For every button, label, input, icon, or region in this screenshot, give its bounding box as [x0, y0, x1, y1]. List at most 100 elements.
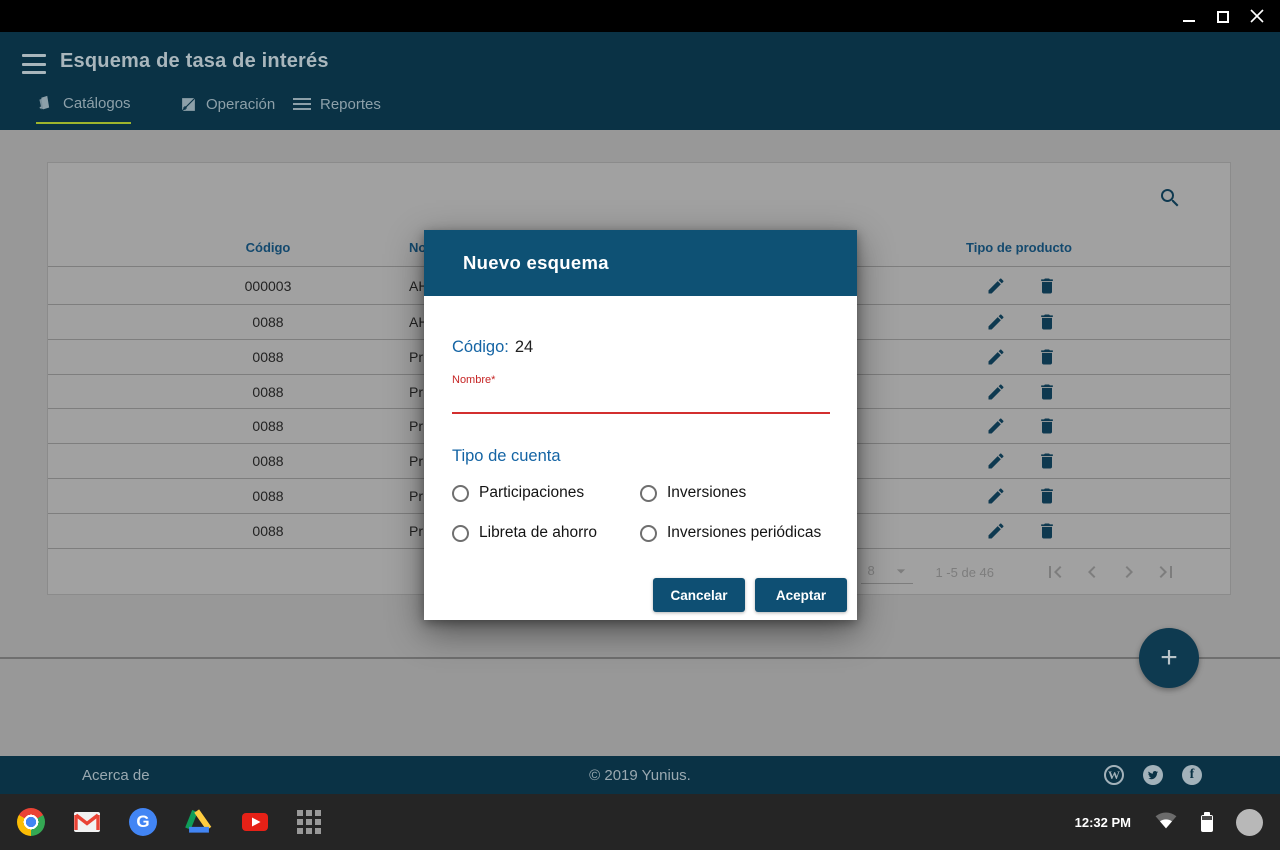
radio-option-inversiones-periodicas: Inversiones periódicas [640, 524, 821, 542]
items-per-page-value: 8 [867, 563, 874, 578]
cell-nombre: Pr [409, 444, 423, 478]
nombre-field-label: Nombre* [452, 374, 495, 386]
menu-icon[interactable] [22, 54, 48, 74]
avatar [1236, 809, 1263, 836]
tab-operacion[interactable]: Operación [180, 90, 275, 124]
content-divider [0, 657, 1280, 659]
radio-option-inversiones: Inversiones [640, 484, 746, 502]
radio-icon[interactable] [452, 485, 469, 502]
first-page-icon[interactable] [1043, 560, 1067, 584]
delete-icon[interactable] [1037, 521, 1057, 541]
items-per-page-select[interactable]: 8 [861, 561, 913, 584]
delete-icon[interactable] [1037, 486, 1057, 506]
chevron-down-icon [891, 561, 911, 581]
tab-label: Reportes [320, 96, 381, 113]
app-header: Esquema de tasa de interés Catálogos Ope… [0, 32, 1280, 130]
radio-icon[interactable] [640, 525, 657, 542]
reports-icon [293, 95, 311, 113]
wordpress-icon[interactable]: W [1104, 765, 1124, 785]
next-page-icon[interactable] [1117, 560, 1141, 584]
dialog-title: Nuevo esquema [463, 230, 609, 296]
cell-codigo: 0088 [203, 340, 333, 374]
cell-nombre: Pr [409, 340, 423, 374]
minimize-icon[interactable] [1182, 9, 1196, 23]
twitter-icon[interactable] [1143, 765, 1163, 785]
nombre-input[interactable] [452, 412, 830, 414]
new-scheme-dialog: Nuevo esquema Código:24 Nombre* Tipo de … [424, 230, 857, 620]
social-links: W f [1104, 756, 1202, 794]
codigo-label: Código: [452, 338, 509, 356]
drive-icon[interactable] [185, 808, 213, 836]
tab-catalogos[interactable]: Catálogos [36, 90, 131, 124]
delete-icon[interactable] [1037, 416, 1057, 436]
shelf-apps: G [0, 808, 321, 836]
accept-button[interactable]: Aceptar [755, 578, 847, 612]
last-page-icon[interactable] [1154, 560, 1178, 584]
radio-option-participaciones: Participaciones [452, 484, 584, 502]
window-titlebar [0, 0, 1280, 32]
column-header-codigo: Código [203, 229, 333, 266]
edit-icon[interactable] [986, 312, 1006, 332]
battery-icon [1201, 815, 1213, 832]
tab-reportes[interactable]: Reportes [293, 90, 381, 124]
status-tray[interactable]: 12:32 PM [1075, 794, 1280, 850]
cell-nombre: Pr [409, 514, 423, 548]
shelf: G 12:32 PM [0, 794, 1280, 850]
plus-icon: + [1160, 641, 1178, 675]
delete-icon[interactable] [1037, 312, 1057, 332]
radio-icon[interactable] [452, 525, 469, 542]
close-icon[interactable] [1250, 9, 1264, 23]
page-title: Esquema de tasa de interés [60, 50, 329, 73]
radio-icon[interactable] [640, 485, 657, 502]
copyright-text: © 2019 Yunius. [589, 756, 691, 794]
cancel-button[interactable]: Cancelar [653, 578, 745, 612]
cell-codigo: 0088 [203, 514, 333, 548]
cell-codigo: 0088 [203, 305, 333, 339]
codigo-row: Código: 24 [452, 338, 533, 357]
radio-label: Participaciones [479, 484, 584, 502]
edit-icon[interactable] [986, 382, 1006, 402]
gmail-icon[interactable] [73, 808, 101, 836]
facebook-glyph: f [1190, 767, 1195, 783]
edit-icon[interactable] [986, 347, 1006, 367]
google-icon[interactable]: G [129, 808, 157, 836]
tab-label: Catálogos [63, 95, 131, 112]
dialog-header: Nuevo esquema [424, 230, 857, 296]
tab-label: Operación [206, 96, 275, 113]
cell-codigo: 0088 [203, 444, 333, 478]
cell-codigo: 0088 [203, 409, 333, 443]
edit-icon[interactable] [986, 451, 1006, 471]
youtube-icon[interactable] [241, 808, 269, 836]
add-scheme-fab[interactable]: + [1139, 628, 1199, 688]
radio-label: Inversiones periódicas [667, 524, 821, 542]
search-icon[interactable] [1158, 186, 1184, 212]
previous-page-icon[interactable] [1080, 560, 1104, 584]
operation-icon [180, 96, 197, 113]
radio-label: Inversiones [667, 484, 746, 502]
codigo-value: 24 [515, 338, 533, 356]
delete-icon[interactable] [1037, 451, 1057, 471]
wordpress-glyph: W [1108, 768, 1120, 783]
google-g-glyph: G [136, 812, 149, 832]
edit-icon[interactable] [986, 416, 1006, 436]
edit-icon[interactable] [986, 521, 1006, 541]
radio-option-libreta-de-ahorro: Libreta de ahorro [452, 524, 597, 542]
edit-icon[interactable] [986, 486, 1006, 506]
cell-nombre: Pr [409, 375, 423, 408]
apps-grid-icon[interactable] [297, 810, 321, 834]
cell-nombre: Pr [409, 479, 423, 513]
delete-icon[interactable] [1037, 276, 1057, 296]
facebook-icon[interactable]: f [1182, 765, 1202, 785]
about-link[interactable]: Acerca de [82, 756, 150, 794]
clock: 12:32 PM [1075, 815, 1131, 830]
maximize-icon[interactable] [1216, 9, 1230, 23]
cell-codigo: 000003 [203, 267, 333, 304]
cell-nombre: Pr [409, 409, 423, 443]
pagination-range: 1 -5 de 46 [935, 565, 994, 580]
radio-label: Libreta de ahorro [479, 524, 597, 542]
chrome-icon[interactable] [17, 808, 45, 836]
delete-icon[interactable] [1037, 382, 1057, 402]
delete-icon[interactable] [1037, 347, 1057, 367]
edit-icon[interactable] [986, 276, 1006, 296]
cell-codigo: 0088 [203, 479, 333, 513]
